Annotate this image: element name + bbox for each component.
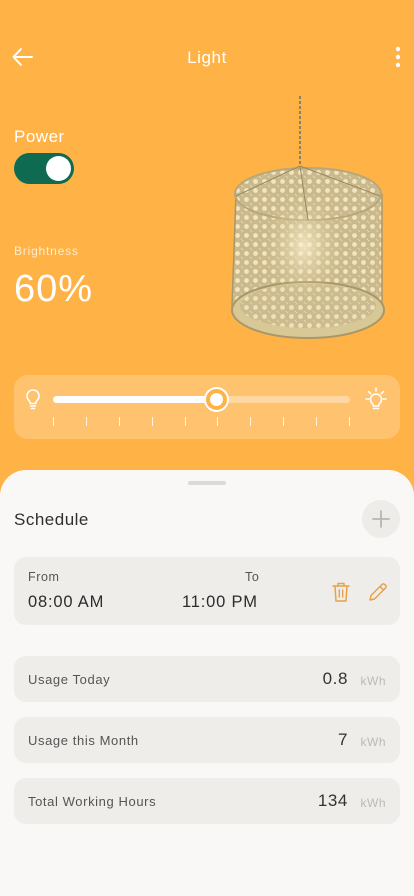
from-time[interactable]: 08:00 AM <box>28 593 104 612</box>
stat-row-usage-month: Usage this Month 7 kWh <box>14 717 400 763</box>
slider-tick <box>349 417 350 426</box>
stat-unit: kWh <box>360 674 386 688</box>
to-label: To <box>245 570 260 584</box>
brightness-value: 60% <box>14 268 94 310</box>
stat-label: Usage this Month <box>28 733 139 748</box>
stat-unit: kWh <box>360 735 386 749</box>
slider-tick <box>53 417 54 426</box>
stat-value: 134 <box>317 791 348 810</box>
stat-unit: kWh <box>360 796 386 810</box>
slider-tick <box>86 417 87 426</box>
slider-ticks <box>53 417 350 427</box>
slider-tick <box>316 417 317 426</box>
slider-thumb[interactable] <box>206 389 227 410</box>
power-label: Power <box>14 127 65 146</box>
app-header: Light <box>0 40 414 74</box>
details-sheet: Schedule From To 08:00 AM 11:00 PM Usage… <box>0 470 414 896</box>
slider-tick <box>119 417 120 426</box>
toggle-knob <box>46 156 71 181</box>
schedule-title: Schedule <box>14 510 89 529</box>
stat-row-usage-today: Usage Today 0.8 kWh <box>14 656 400 702</box>
schedule-card[interactable]: From To 08:00 AM 11:00 PM <box>14 557 400 625</box>
pencil-icon <box>369 583 387 601</box>
slider-tick <box>250 417 251 426</box>
trash-icon <box>332 582 350 602</box>
slider-tick <box>152 417 153 426</box>
brightness-label: Brightness <box>14 244 79 258</box>
slider-tick <box>283 417 284 426</box>
stat-label: Total Working Hours <box>28 794 157 809</box>
page-title: Light <box>187 48 227 67</box>
add-schedule-button[interactable] <box>362 500 400 538</box>
device-hero: Light Power Brightness 60% <box>0 0 414 500</box>
delete-schedule-button[interactable] <box>331 581 351 603</box>
plus-icon <box>372 510 390 528</box>
brightness-slider[interactable] <box>53 389 350 410</box>
stat-value: 7 <box>337 730 348 749</box>
slider-tick <box>217 417 218 426</box>
more-options-button[interactable] <box>391 44 405 70</box>
stat-row-working-hours: Total Working Hours 134 kWh <box>14 778 400 824</box>
stat-label: Usage Today <box>28 672 111 687</box>
brightness-slider-card <box>14 375 400 439</box>
from-label: From <box>28 570 60 584</box>
stat-value: 0.8 <box>322 669 348 688</box>
slider-fill <box>53 396 216 403</box>
slider-tick <box>185 417 186 426</box>
bulb-icon <box>26 389 40 410</box>
to-time[interactable]: 11:00 PM <box>182 593 258 612</box>
more-vertical-icon <box>395 46 401 68</box>
bulb-bright-icon <box>365 387 387 410</box>
edit-schedule-button[interactable] <box>367 581 389 603</box>
pendant-lamp-image <box>231 96 385 339</box>
sheet-drag-handle[interactable] <box>188 481 226 485</box>
power-toggle[interactable] <box>14 153 74 184</box>
